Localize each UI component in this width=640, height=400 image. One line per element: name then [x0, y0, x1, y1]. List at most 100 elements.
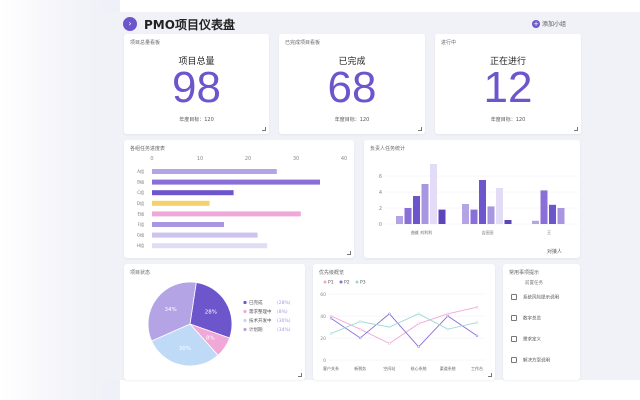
legend-label: 已完成	[249, 299, 263, 306]
y-tick-label: 60	[320, 292, 326, 298]
assignee-task-card[interactable]: 负责人任务统计 0 2 4 6 曲维 刘利利 吉田田王 对接人	[364, 140, 580, 258]
x-tick-label: 新税务	[354, 365, 366, 371]
resize-handle-icon[interactable]	[347, 251, 351, 255]
resize-handle-icon[interactable]	[418, 127, 422, 131]
kpi-card-done[interactable]: 已完成项目看板 已完成 68 年度目标：120	[279, 34, 425, 134]
kpi-target: 年度目标：120	[490, 117, 526, 123]
x-tick-label: 工作台	[471, 365, 483, 371]
resize-handle-icon[interactable]	[298, 373, 302, 377]
kpi-card-total[interactable]: 项目总量看板 项目总量 98 年度目标：120	[124, 34, 269, 134]
category-label: B组	[137, 179, 144, 185]
task-bar	[152, 222, 224, 227]
series-point	[329, 314, 333, 318]
category-label: C组	[137, 189, 144, 195]
category-label: G组	[137, 232, 144, 238]
y-tick-label: 0	[323, 358, 326, 364]
x-tick-label: 核心系统	[411, 365, 427, 371]
y-tick-label: 40	[320, 314, 326, 320]
legend-dot	[243, 327, 247, 332]
kpi-card-ongoing[interactable]: 进行中 正在进行 12 年度目标：120	[435, 34, 581, 134]
assignee-bar	[462, 204, 469, 224]
assignee-bar	[404, 208, 412, 224]
task-bar	[152, 179, 320, 185]
resize-handle-icon[interactable]	[574, 127, 578, 131]
x-tick-label: 10	[197, 156, 203, 162]
priority-line-chart: P1 P2 P3 0 20 40 60 客户关系 新税务 空间站 核心系统 渠道系统 工作台	[320, 280, 485, 371]
assignee-bar	[470, 209, 478, 224]
series-point	[417, 322, 420, 325]
tip-item[interactable]: 解决方案说明	[511, 357, 577, 367]
series-point	[329, 332, 333, 335]
y-tick-label: 6	[379, 174, 382, 180]
task-bar	[152, 243, 268, 249]
category-label: F组	[138, 221, 144, 227]
category-label: D组	[137, 200, 144, 206]
assignee-bar	[438, 209, 446, 224]
series-point	[388, 342, 391, 345]
card-caption: 项目总量看板	[130, 40, 161, 46]
assignee-bar	[549, 204, 556, 224]
tip-label: 数字总览	[523, 316, 541, 322]
legend-value: (8%)	[277, 309, 288, 315]
tips-card[interactable]: 常用事项提示 前置任务 系统风险提示说明 数字总览 需求定义 解决方案说明	[503, 264, 580, 380]
series-point	[358, 320, 362, 323]
chart-footer-label: 对接人	[547, 249, 563, 255]
category-label: 曲维 刘利利	[411, 229, 432, 235]
y-tick-label: 4	[379, 190, 382, 196]
tip-item[interactable]: 数字总览	[511, 315, 577, 325]
add-widget-button[interactable]: + 添加小组	[532, 19, 566, 28]
x-tick-label: 20	[245, 156, 251, 162]
slice-label: 8%	[206, 336, 215, 342]
x-tick-label: 客户关系	[323, 365, 339, 371]
x-tick-label: 0	[150, 156, 153, 162]
project-status-card[interactable]: 项目状态 28% 8% 30% 34% 已完成 (28%) 需求整理中 (8%) 技术开发中 (3…	[124, 264, 305, 380]
collapse-toggle-button[interactable]: ›	[123, 17, 137, 31]
category-label: 王	[547, 230, 551, 235]
tip-label: 解决方案说明	[523, 358, 550, 364]
series-point	[446, 312, 450, 316]
legend-value: (34%)	[277, 327, 291, 333]
page-title: PMO项目仪表盘	[144, 18, 235, 32]
y-tick-label: 0	[379, 222, 382, 228]
legend-dot	[323, 280, 327, 284]
assignee-bar	[413, 196, 420, 224]
legend-label: 技术开发中	[249, 317, 272, 324]
project-status-pie: 28% 8% 30% 34% 已完成 (28%) 需求整理中 (8%) 技术开发中 (30%) 计划…	[147, 281, 291, 367]
kpi-value: 98	[172, 63, 221, 112]
tip-icon	[511, 336, 517, 342]
card-caption: 已完成项目看板	[285, 40, 321, 46]
legend-label: P3	[360, 280, 366, 286]
task-bar	[152, 232, 258, 238]
task-progress-card[interactable]: 各组任务进度表 0 10 20 30 40 A组 B组 C组 D组 E组 F组 G组 H组	[124, 140, 354, 258]
tip-item[interactable]: 需求定义	[511, 336, 577, 346]
legend-dot	[355, 280, 359, 284]
assignee-bar	[396, 216, 403, 224]
series-point	[358, 336, 362, 340]
series-point	[446, 327, 450, 331]
category-label: H组	[137, 242, 144, 248]
assignee-bar	[504, 220, 512, 224]
tip-label: 系统风险提示说明	[523, 295, 559, 301]
resize-handle-icon[interactable]	[262, 127, 266, 131]
assignee-bar	[540, 190, 548, 224]
task-progress-chart: 0 10 20 30 40 A组 B组 C组 D组 E组 F组 G组 H组	[137, 156, 347, 249]
legend-dot	[243, 309, 247, 314]
assignee-bar	[496, 188, 503, 224]
resize-handle-icon[interactable]	[488, 373, 492, 377]
slice-label: 28%	[205, 309, 217, 315]
tip-item[interactable]: 系统风险提示说明	[511, 294, 577, 304]
series-point	[358, 327, 362, 331]
add-widget-label: 添加小组	[542, 21, 567, 28]
kpi-value: 68	[327, 63, 377, 112]
series-point	[329, 316, 333, 320]
legend-value: (28%)	[277, 300, 291, 306]
y-tick-label: 20	[320, 336, 326, 342]
legend-dot	[243, 300, 247, 305]
legend-label: 需求整理中	[249, 308, 272, 315]
assignee-bar	[532, 220, 539, 224]
tips-sub-label: 前置任务	[525, 281, 543, 286]
y-tick-label: 2	[379, 206, 382, 212]
assignee-bar	[479, 180, 486, 224]
tip-icon	[511, 315, 517, 321]
priority-overview-card[interactable]: 优先级概览 P1 P2 P3 0 20 40 60 客户关系 新税务 空间站 核心系统 渠道系统 工作台	[313, 264, 495, 380]
